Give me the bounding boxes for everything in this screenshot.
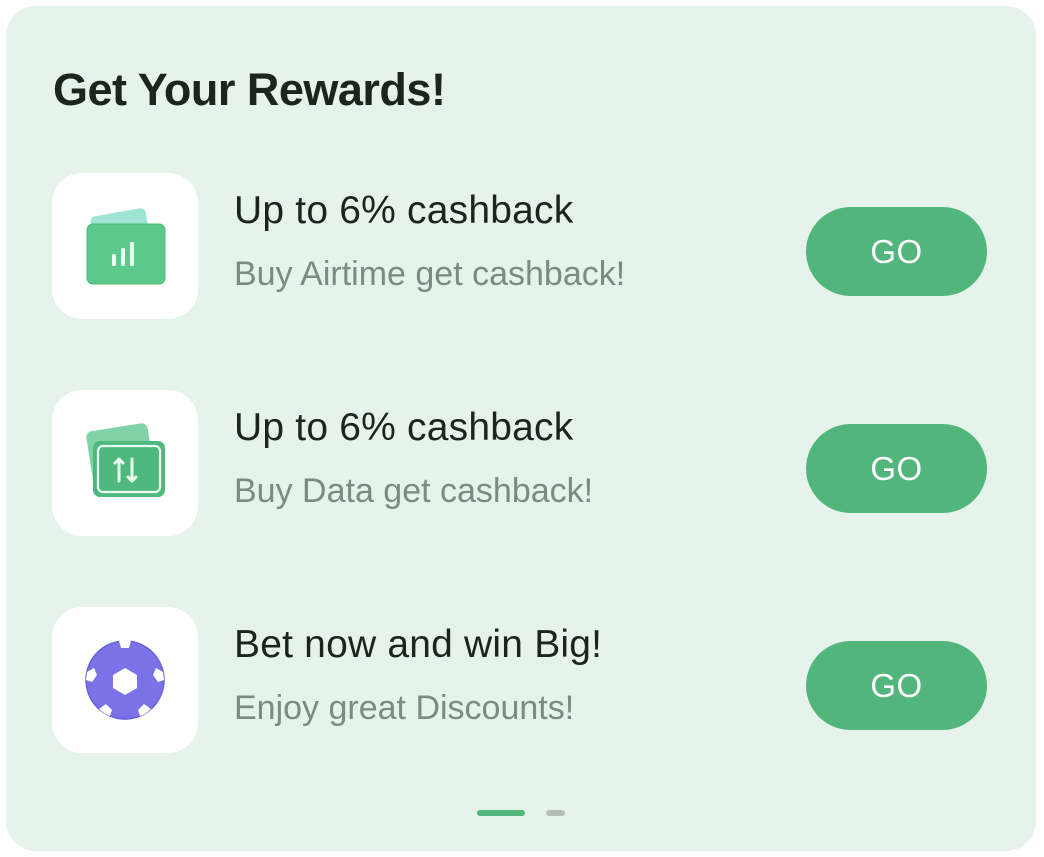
data-card-icon xyxy=(86,423,165,497)
reward-subtitle: Buy Data get cashback! xyxy=(234,472,594,510)
rewards-card: Get Your Rewards! Up to 6% cashback Buy … xyxy=(6,6,1036,851)
go-button-data[interactable]: GO xyxy=(806,424,987,513)
go-button-airtime[interactable]: GO xyxy=(806,207,987,296)
reward-item-airtime[interactable]: Up to 6% cashback Buy Airtime get cashba… xyxy=(6,173,1036,319)
reward-icon-tile xyxy=(52,390,198,536)
page-indicator-active[interactable] xyxy=(477,810,525,816)
reward-icon-tile xyxy=(52,173,198,319)
page-indicator xyxy=(6,810,1036,818)
airtime-card-icon xyxy=(86,208,166,285)
reward-subtitle: Enjoy great Discounts! xyxy=(234,689,575,727)
reward-title: Bet now and win Big! xyxy=(234,623,603,666)
reward-item-data[interactable]: Up to 6% cashback Buy Data get cashback!… xyxy=(6,390,1036,536)
reward-icon-tile xyxy=(52,607,198,753)
go-button-bet[interactable]: GO xyxy=(806,641,987,730)
reward-title: Up to 6% cashback xyxy=(234,189,574,232)
rewards-title: Get Your Rewards! xyxy=(53,64,446,115)
reward-title: Up to 6% cashback xyxy=(234,406,574,449)
soccer-ball-icon xyxy=(85,639,165,720)
reward-subtitle: Buy Airtime get cashback! xyxy=(234,255,626,293)
page-indicator-inactive[interactable] xyxy=(546,810,565,816)
reward-item-bet[interactable]: Bet now and win Big! Enjoy great Discoun… xyxy=(6,607,1036,753)
